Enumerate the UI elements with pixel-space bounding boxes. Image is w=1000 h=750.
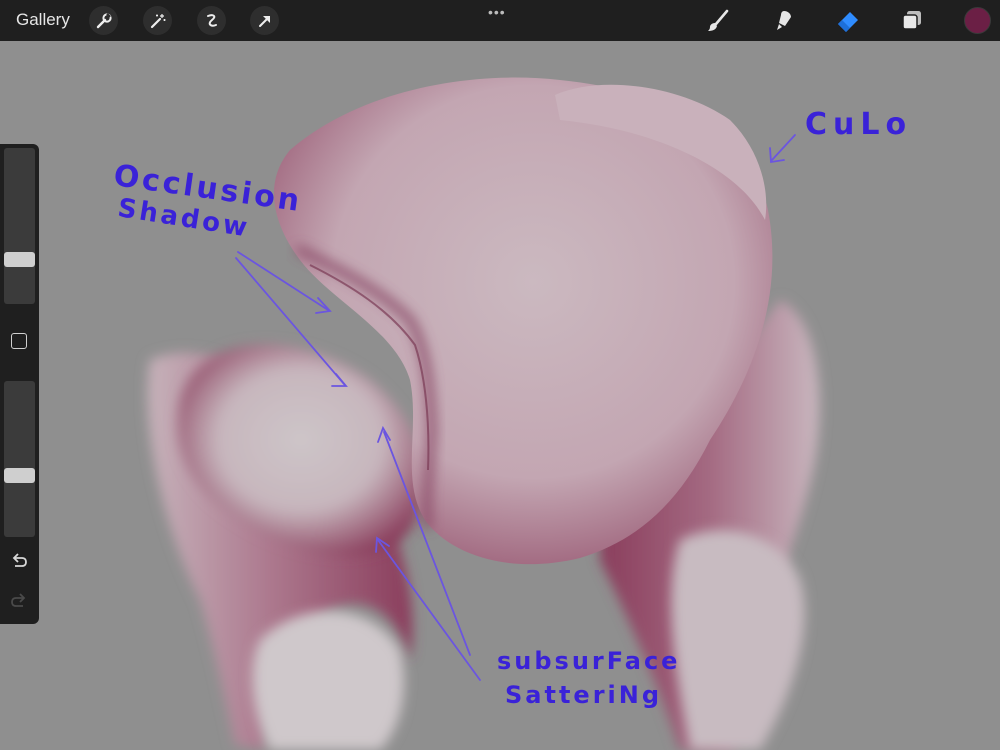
- annotation-sattering: SatteriNg: [505, 681, 663, 709]
- more-options-button[interactable]: •••: [488, 4, 506, 20]
- eraser-icon: [838, 12, 858, 32]
- opacity-thumb[interactable]: [4, 468, 35, 484]
- magic-wand-icon: [150, 13, 165, 28]
- right-knee-shape: [671, 530, 805, 750]
- transform-button[interactable]: [250, 6, 279, 35]
- adjustments-button[interactable]: [143, 6, 172, 35]
- brush-tool-button[interactable]: [704, 7, 732, 35]
- annotation-culo: CuLo: [805, 107, 913, 142]
- smudge-icon: [777, 11, 791, 30]
- opacity-slider[interactable]: [4, 381, 35, 537]
- gallery-button[interactable]: Gallery: [16, 10, 70, 30]
- transform-arrow-icon: [258, 15, 270, 27]
- modify-square-icon[interactable]: [11, 333, 27, 349]
- color-picker-swatch[interactable]: [964, 7, 991, 34]
- top-toolbar: Gallery •••: [0, 0, 1000, 41]
- undo-icon[interactable]: [9, 550, 29, 570]
- wrench-icon: [96, 12, 112, 28]
- selection-button[interactable]: [197, 6, 226, 35]
- brush-icon: [708, 9, 729, 31]
- brush-size-thumb[interactable]: [4, 252, 35, 268]
- redo-icon[interactable]: [9, 590, 29, 610]
- artwork: [147, 77, 820, 750]
- brush-size-slider[interactable]: [4, 148, 35, 304]
- left-lower-highlight: [252, 611, 404, 750]
- layers-icon: [902, 11, 921, 30]
- drawing-canvas[interactable]: Occlusion Shadow CuLo subsurFace Satteri…: [0, 41, 1000, 750]
- actions-wrench-button[interactable]: [89, 6, 118, 35]
- selection-icon: [206, 13, 217, 27]
- smudge-tool-button[interactable]: [769, 7, 797, 35]
- eraser-tool-button[interactable]: [834, 7, 862, 35]
- layers-button[interactable]: [898, 7, 926, 35]
- annotation-subsurface: subsurFace: [497, 647, 681, 675]
- left-sidebar: [0, 144, 39, 624]
